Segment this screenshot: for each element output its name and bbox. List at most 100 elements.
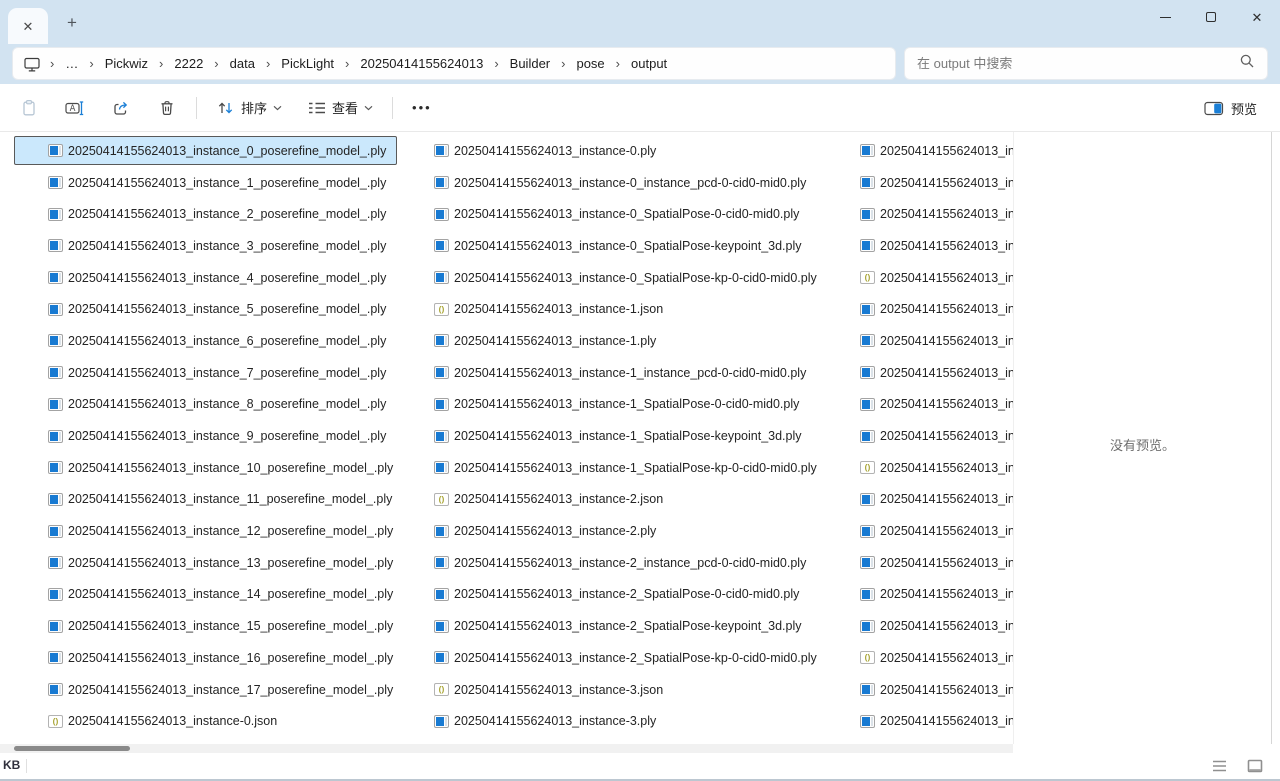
file-icon — [48, 208, 63, 221]
view-button[interactable]: 查看 — [299, 91, 382, 125]
breadcrumb[interactable]: › … › Pickwiz › 2222 › data › PickLight … — [12, 47, 896, 80]
file-row[interactable]: 20250414155624013_instance_5_poserefine_… — [48, 293, 386, 325]
close-button[interactable]: ✕ — [1234, 0, 1280, 34]
file-row[interactable]: 20250414155624013_in — [860, 610, 1013, 642]
search-box[interactable] — [904, 47, 1268, 80]
file-icon — [48, 620, 63, 633]
file-row[interactable]: 20250414155624013_instance-1_SpatialPose… — [434, 452, 817, 484]
breadcrumb-ellipsis[interactable]: … — [61, 53, 82, 74]
file-row[interactable]: 20250414155624013_instance_16_poserefine… — [48, 642, 393, 674]
preview-toggle-button[interactable]: 预览 — [1195, 91, 1266, 125]
file-row[interactable]: 20250414155624013_in — [860, 515, 1013, 547]
file-row[interactable]: 20250414155624013_in — [860, 420, 1013, 452]
file-row[interactable]: 20250414155624013_in — [860, 357, 1013, 389]
breadcrumb-item[interactable]: pose — [572, 53, 608, 74]
file-row[interactable]: 20250414155624013_in — [860, 135, 1013, 167]
file-row[interactable]: 20250414155624013_instance-0_SpatialPose… — [434, 262, 817, 294]
file-row[interactable]: 20250414155624013_instance_9_poserefine_… — [48, 420, 386, 452]
file-row[interactable]: 20250414155624013_instance-2_SpatialPose… — [434, 642, 817, 674]
file-row[interactable]: 20250414155624013_instance-0_instance_pc… — [434, 167, 806, 199]
file-row[interactable]: 20250414155624013_instance_14_poserefine… — [48, 579, 393, 611]
file-row[interactable]: 20250414155624013_in — [860, 484, 1013, 516]
file-row[interactable]: 20250414155624013_instance_13_poserefine… — [48, 547, 393, 579]
file-row[interactable]: 20250414155624013_in — [860, 293, 1013, 325]
thumbnail-view-toggle[interactable] — [1242, 755, 1268, 777]
file-icon — [860, 493, 875, 506]
file-row[interactable]: 20250414155624013_instance_7_poserefine_… — [48, 357, 386, 389]
file-row[interactable]: 20250414155624013_in — [860, 452, 1013, 484]
file-row[interactable]: 20250414155624013_in — [860, 389, 1013, 421]
breadcrumb-item[interactable]: 2222 — [170, 53, 207, 74]
breadcrumb-item[interactable]: output — [627, 53, 671, 74]
file-row[interactable]: 20250414155624013_instance-0.json — [48, 705, 277, 737]
new-tab-button[interactable]: + — [58, 10, 86, 36]
file-row[interactable]: 20250414155624013_instance-0.ply — [434, 135, 656, 167]
this-pc-icon[interactable] — [23, 56, 41, 72]
sort-button[interactable]: 排序 — [207, 91, 291, 125]
file-column-2: 20250414155624013_instance-0.ply 2025041… — [434, 135, 817, 737]
paste-button[interactable] — [10, 91, 48, 125]
file-row[interactable]: 20250414155624013_instance-2_SpatialPose… — [434, 610, 802, 642]
file-row[interactable]: 20250414155624013_instance-1.json — [434, 293, 663, 325]
minimize-button[interactable] — [1142, 0, 1188, 34]
file-icon — [860, 620, 875, 633]
more-options-button[interactable]: ••• — [403, 91, 441, 125]
file-row[interactable]: 20250414155624013_instance_4_poserefine_… — [48, 262, 386, 294]
file-row[interactable]: 20250414155624013_instance-2.ply — [434, 515, 656, 547]
share-button[interactable] — [102, 91, 140, 125]
file-row[interactable]: 20250414155624013_instance-2_instance_pc… — [434, 547, 806, 579]
file-row[interactable]: 20250414155624013_in — [860, 705, 1013, 737]
file-row[interactable]: 20250414155624013_instance-3.ply — [434, 705, 656, 737]
file-row[interactable]: 20250414155624013_in — [860, 230, 1013, 262]
breadcrumb-item[interactable]: PickLight — [277, 53, 338, 74]
file-row[interactable]: 20250414155624013_instance_2_poserefine_… — [48, 198, 386, 230]
file-row[interactable]: 20250414155624013_instance_10_poserefine… — [48, 452, 393, 484]
window-controls: ✕ — [1142, 0, 1280, 34]
scrollbar-thumb[interactable] — [14, 746, 130, 751]
file-row[interactable]: 20250414155624013_in — [860, 674, 1013, 706]
file-row[interactable]: 20250414155624013_instance_15_poserefine… — [48, 610, 393, 642]
breadcrumb-item[interactable]: Builder — [506, 53, 554, 74]
explorer-tab[interactable]: ✕ — [8, 8, 48, 44]
maximize-button[interactable] — [1188, 0, 1234, 34]
search-input[interactable] — [917, 56, 1239, 71]
rename-button[interactable]: A — [56, 91, 94, 125]
file-icon — [434, 239, 449, 252]
file-row[interactable]: 20250414155624013_in — [860, 547, 1013, 579]
file-row[interactable]: 20250414155624013_in — [860, 325, 1013, 357]
file-name: 20250414155624013_instance-2.ply — [454, 524, 656, 538]
breadcrumb-separator: › — [89, 56, 93, 71]
breadcrumb-item[interactable]: Pickwiz — [101, 53, 152, 74]
file-row[interactable]: 20250414155624013_instance-2_SpatialPose… — [434, 579, 799, 611]
file-row[interactable]: 20250414155624013_instance_12_poserefine… — [48, 515, 393, 547]
breadcrumb-item[interactable]: data — [226, 53, 259, 74]
file-row[interactable]: 20250414155624013_instance_8_poserefine_… — [48, 389, 386, 421]
file-row[interactable]: 20250414155624013_instance-3.json — [434, 674, 663, 706]
file-row[interactable]: 20250414155624013_instance-2.json — [434, 484, 663, 516]
file-row[interactable]: 20250414155624013_in — [860, 198, 1013, 230]
file-row[interactable]: 20250414155624013_instance_6_poserefine_… — [48, 325, 386, 357]
tab-close-icon[interactable]: ✕ — [23, 20, 34, 33]
file-row[interactable]: 20250414155624013_instance_17_poserefine… — [48, 674, 393, 706]
file-row[interactable]: 20250414155624013_instance-0_SpatialPose… — [434, 230, 802, 262]
file-icon — [48, 271, 63, 284]
file-row[interactable]: 20250414155624013_instance_11_poserefine… — [48, 484, 392, 516]
search-icon[interactable] — [1239, 53, 1255, 74]
file-row[interactable]: 20250414155624013_in — [860, 167, 1013, 199]
horizontal-scrollbar[interactable] — [0, 744, 1013, 753]
file-row[interactable]: 20250414155624013_in — [860, 579, 1013, 611]
file-row[interactable]: 20250414155624013_instance-1.ply — [434, 325, 656, 357]
file-row[interactable]: 20250414155624013_in — [860, 262, 1013, 294]
file-row[interactable]: 20250414155624013_instance_0_poserefine_… — [48, 135, 386, 167]
file-row[interactable]: 20250414155624013_instance_1_poserefine_… — [48, 167, 386, 199]
file-row[interactable]: 20250414155624013_instance_3_poserefine_… — [48, 230, 386, 262]
file-row[interactable]: 20250414155624013_instance-1_SpatialPose… — [434, 420, 802, 452]
file-row[interactable]: 20250414155624013_instance-1_SpatialPose… — [434, 389, 799, 421]
delete-button[interactable] — [148, 91, 186, 125]
details-view-toggle[interactable] — [1206, 755, 1232, 777]
file-row[interactable]: 20250414155624013_instance-1_instance_pc… — [434, 357, 806, 389]
file-row[interactable]: 20250414155624013_instance-0_SpatialPose… — [434, 198, 799, 230]
file-icon — [48, 715, 63, 728]
breadcrumb-item[interactable]: 20250414155624013 — [356, 53, 487, 74]
file-row[interactable]: 20250414155624013_in — [860, 642, 1013, 674]
